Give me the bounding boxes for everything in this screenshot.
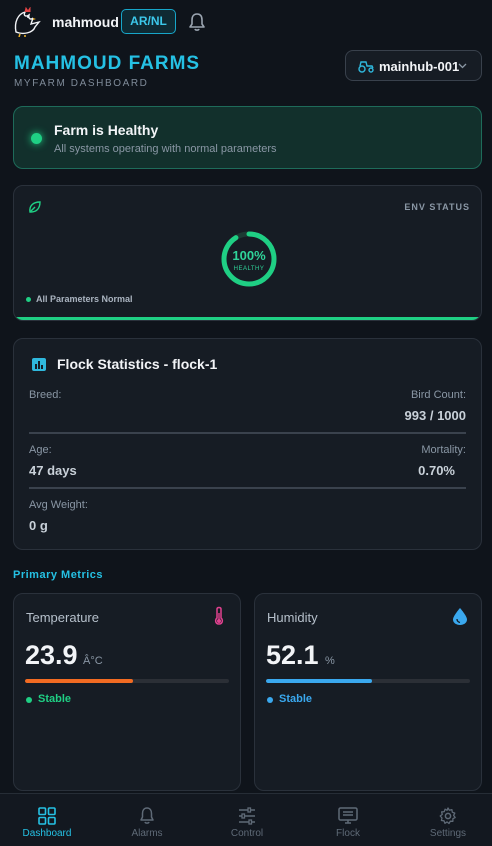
nav-control[interactable]: Control [198,794,296,846]
env-status-label: ENV STATUS [404,202,470,212]
farm-name-title: MAHMOUD FARMS [14,53,201,74]
tractor-icon [358,61,374,73]
nav-settings[interactable]: Settings [399,794,492,846]
humidity-progress-fill [266,679,373,683]
gear-icon [439,807,456,825]
bird-count-label: Bird Count: [410,389,466,401]
bell-icon [140,807,154,824]
bar-chart-icon [32,358,46,371]
temperature-unit: Â°C [83,655,103,667]
env-note-dot [26,297,31,302]
env-state-label: HEALTHY [233,266,265,272]
nav-dashboard[interactable]: Dashboard [0,794,96,846]
divider [29,487,466,489]
sliders-icon [239,807,255,825]
nav-flock[interactable]: Flock [299,794,397,846]
flock-statistics-card: Flock Statistics - flock-1 Breed: Bird C… [13,338,482,550]
dashboard-subtitle: MYFARM DASHBOARD [14,78,149,89]
env-percent: 100% [232,248,266,263]
temperature-label: Temperature [26,610,99,625]
nav-label: Dashboard [22,828,72,839]
nav-label: Control [230,828,264,839]
bird-count-value: 993 / 1000 [404,408,466,423]
temperature-status: Stable [38,693,72,705]
farm-health-banner: Farm is Healthy All systems operating wi… [13,106,482,169]
language-toggle-button[interactable]: AR/NL [121,9,176,34]
health-subtitle: All systems operating with normal parame… [54,143,277,155]
nav-label: Settings [429,828,467,839]
temperature-progress-track [25,679,229,683]
monitor-icon [338,807,358,824]
grid-icon [38,807,56,825]
temperature-card[interactable]: Temperature 23.9 Â°C Stable [13,593,241,791]
water-drop-icon [453,608,467,625]
nav-alarms[interactable]: Alarms [98,794,196,846]
age-value: 47 days [29,463,77,478]
nav-label: Alarms [131,828,163,839]
thermometer-icon [214,606,224,625]
notifications-bell-icon[interactable] [188,12,206,32]
humidity-status-dot [267,697,273,703]
chevron-down-icon [458,63,467,69]
health-title: Farm is Healthy [54,122,159,138]
leaf-icon [29,201,41,213]
humidity-value: 52.1 [266,640,319,670]
temperature-progress-fill [25,679,134,683]
humidity-label: Humidity [267,610,318,625]
rooster-logo-icon [14,7,41,37]
bottom-navigation: Dashboard Alarms Control Flock Settings [0,793,492,846]
env-status-card: ENV STATUS 100% HEALTHY All Parameters N… [13,185,482,321]
age-label: Age: [29,444,52,456]
health-status-dot [31,133,42,144]
breed-label: Breed: [29,389,62,401]
humidity-status: Stable [279,693,313,705]
mortality-value: 0.70% [418,463,455,478]
avg-weight-label: Avg Weight: [29,499,88,511]
env-note: All Parameters Normal [36,294,133,304]
avg-weight-value: 0 g [29,518,48,533]
humidity-unit: % [325,655,335,667]
divider [29,432,466,434]
temperature-value: 23.9 [25,640,78,670]
primary-metrics-heading: Primary Metrics [13,569,104,581]
username: mahmoud [52,14,119,30]
env-status-bar [14,317,481,320]
nav-label: Flock [336,828,360,839]
hub-selector-dropdown[interactable]: mainhub-001 [345,50,482,81]
hub-selected-value: mainhub-001 [379,59,460,74]
humidity-progress-track [266,679,470,683]
flock-title: Flock Statistics - flock-1 [57,356,218,372]
mortality-label: Mortality: [421,444,466,456]
temperature-status-dot [26,697,32,703]
top-bar: mahmoud AR/NL [0,0,492,44]
humidity-card[interactable]: Humidity 52.1 % Stable [254,593,482,791]
